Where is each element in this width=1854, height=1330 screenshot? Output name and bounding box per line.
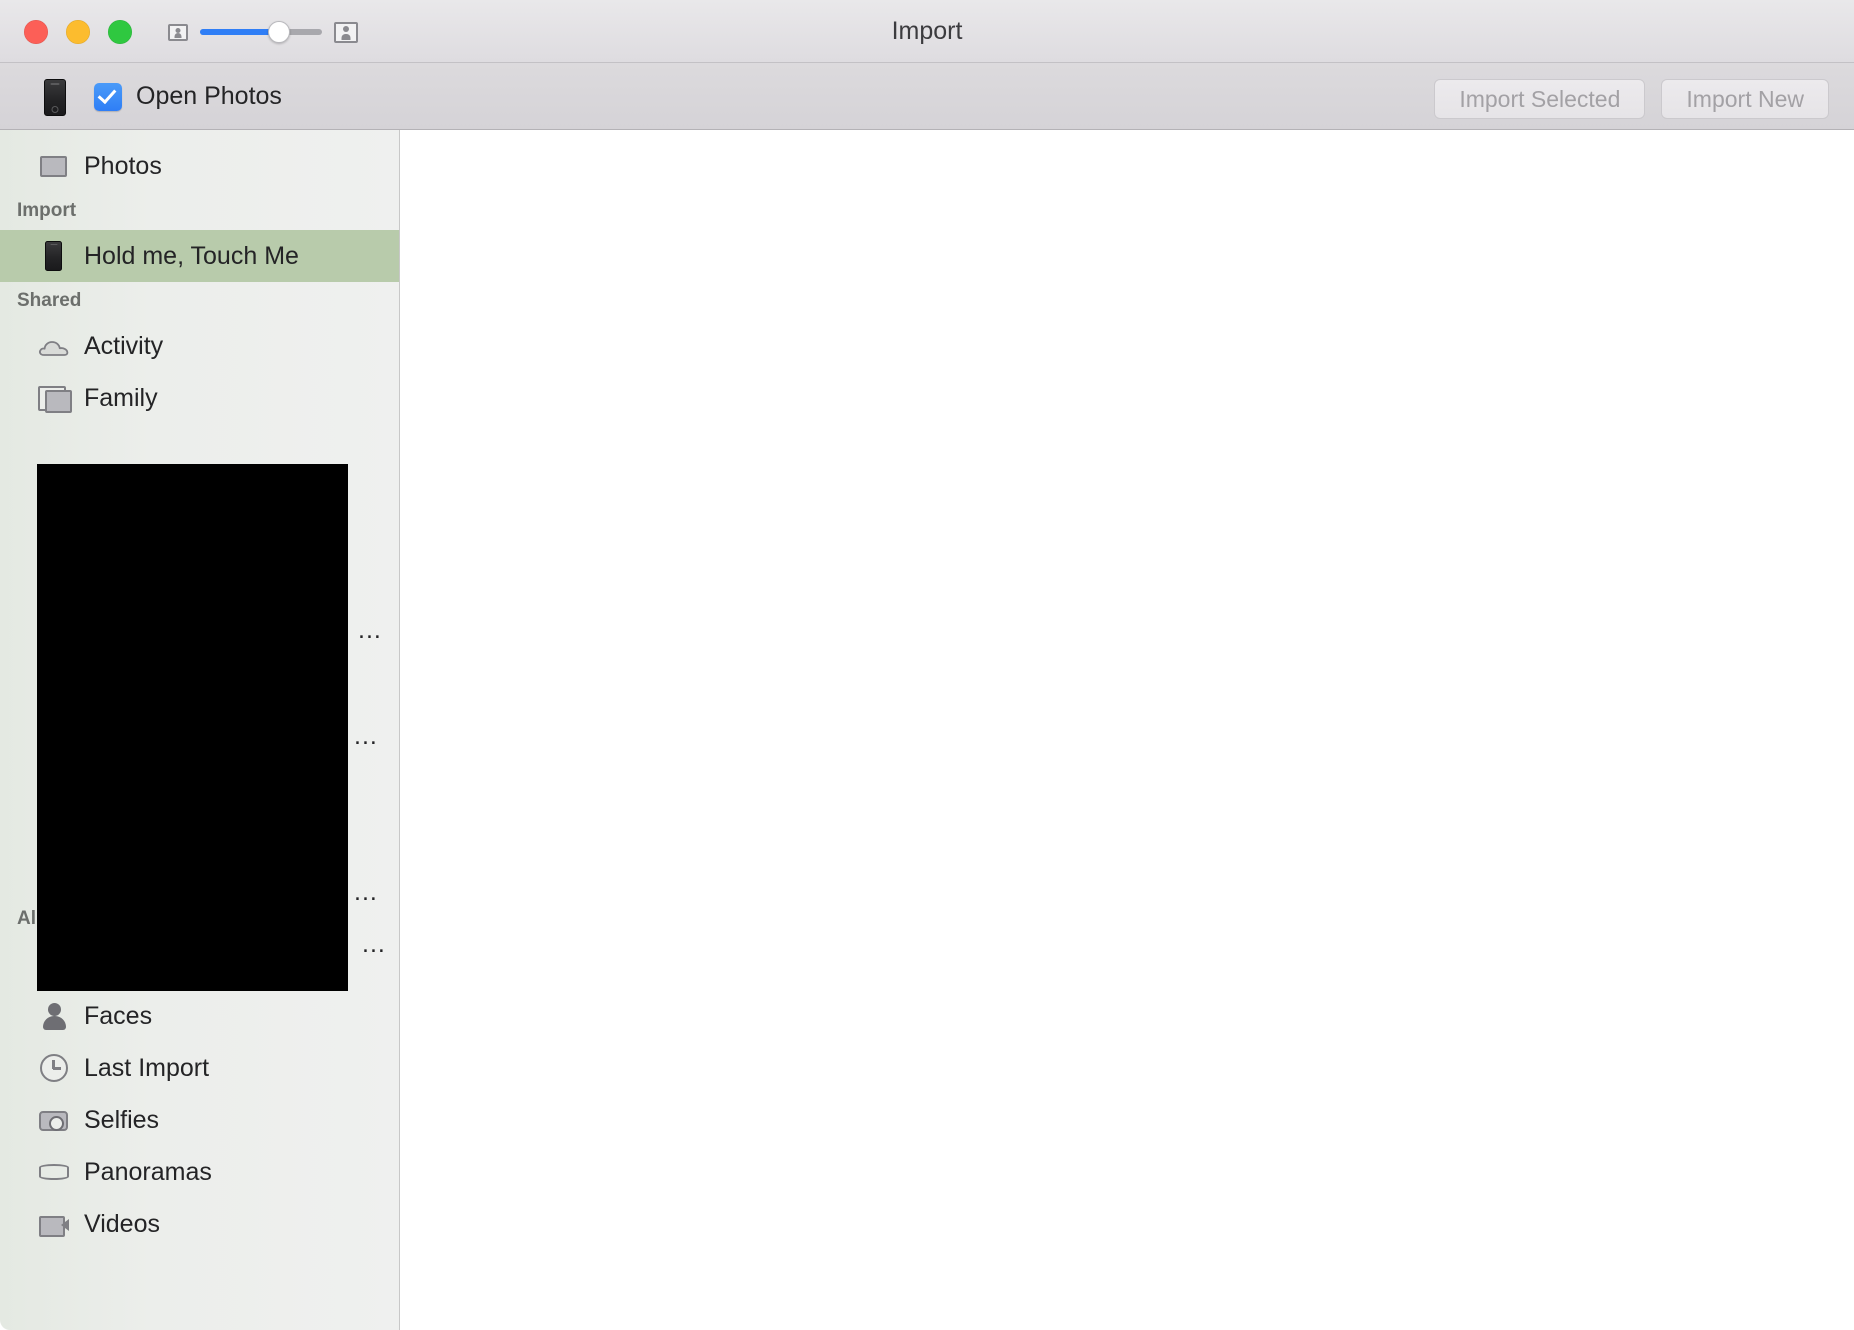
truncated-row-ellipsis-3: ...	[354, 878, 378, 906]
sidebar-item-photos[interactable]: Photos	[0, 140, 399, 192]
sidebar-group-shared: Shared	[17, 290, 82, 311]
thumbnail-size-slider[interactable]	[200, 21, 322, 43]
slider-thumb-handle[interactable]	[268, 21, 290, 43]
panorama-icon	[38, 1158, 70, 1186]
minimize-window-button[interactable]	[66, 20, 90, 44]
small-thumbnail-icon[interactable]	[168, 23, 188, 41]
sidebar-item-faces[interactable]: Faces	[0, 990, 399, 1042]
sidebar-item-panoramas[interactable]: Panoramas	[0, 1146, 399, 1198]
cloud-icon	[38, 332, 70, 360]
video-icon	[38, 1210, 70, 1238]
large-thumbnail-icon[interactable]	[334, 21, 358, 43]
sidebar-item-family[interactable]: Family	[0, 372, 399, 424]
sidebar-item-label: Selfies	[84, 1105, 160, 1134]
sidebar-item-selfies[interactable]: Selfies	[0, 1094, 399, 1146]
sidebar-item-videos[interactable]: Videos	[0, 1198, 399, 1250]
sidebar-item-label: Faces	[84, 1001, 153, 1030]
import-window: Import Open Photos Import Selected Impor…	[0, 0, 1854, 1330]
sidebar-item-label: Family	[84, 383, 158, 412]
truncated-row-ellipsis-2: ...	[354, 722, 378, 750]
open-photos-label: Open Photos	[136, 82, 282, 110]
close-window-button[interactable]	[24, 20, 48, 44]
import-actions: Import Selected Import New	[1434, 79, 1829, 119]
traffic-light-controls	[24, 20, 132, 44]
truncated-row-ellipsis-1: ...	[358, 616, 382, 644]
library-frame-icon	[38, 152, 70, 180]
iphone-icon	[44, 79, 66, 116]
sidebar-item-last-import[interactable]: Last Import	[0, 1042, 399, 1094]
redaction-overlay	[37, 464, 348, 991]
slider-fill	[200, 29, 278, 35]
maximize-window-button[interactable]	[108, 20, 132, 44]
checkmark-icon	[97, 84, 117, 104]
sidebar-item-hold-me-touch-me[interactable]: Hold me, Touch Me	[0, 230, 399, 282]
sidebar-item-label: Panoramas	[84, 1157, 212, 1186]
sidebar-item-label: Hold me, Touch Me	[84, 241, 299, 270]
shared-album-stack-icon	[38, 384, 72, 413]
sidebar-item-label: Activity	[84, 331, 164, 360]
import-new-button[interactable]: Import New	[1661, 79, 1829, 119]
person-icon	[38, 1002, 70, 1030]
camera-icon	[38, 1106, 70, 1134]
sidebar-item-label: Videos	[84, 1209, 160, 1238]
sidebar-group-import: Import	[17, 200, 77, 221]
import-selected-button[interactable]: Import Selected	[1434, 79, 1646, 119]
open-photos-checkbox[interactable]	[94, 82, 122, 111]
clock-icon	[38, 1054, 70, 1082]
thumbnail-size-control	[168, 16, 358, 48]
window-titlebar: Import	[0, 0, 1854, 63]
iphone-icon	[38, 241, 70, 271]
sidebar-item-activity[interactable]: Activity	[0, 320, 399, 372]
sidebar-item-label: Last Import	[84, 1053, 210, 1082]
import-content-area	[401, 130, 1854, 1330]
import-toolbar: Open Photos Import Selected Import New	[0, 63, 1854, 130]
sidebar-item-label: Photos	[84, 151, 162, 180]
open-photos-checkbox-row[interactable]: Open Photos	[94, 82, 282, 111]
